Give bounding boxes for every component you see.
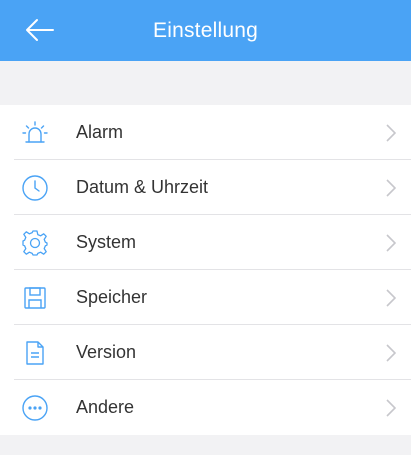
menu-item-andere[interactable]: Andere — [0, 380, 411, 435]
arrow-left-icon — [26, 19, 54, 41]
menu-item-speicher[interactable]: Speicher — [0, 270, 411, 325]
menu-item-label: Speicher — [76, 287, 148, 307]
back-button[interactable] — [22, 14, 58, 46]
page-title: Einstellung — [153, 18, 258, 42]
menu-item-label: Andere — [76, 397, 135, 417]
menu-item-label: Alarm — [76, 122, 124, 142]
settings-list: Alarm Datum & Uhrzeit System Speicher Ve… — [0, 105, 411, 435]
top-bar: Einstellung — [0, 0, 411, 61]
section-spacer — [0, 61, 411, 105]
document-icon — [20, 338, 50, 368]
menu-item-system[interactable]: System — [0, 215, 411, 270]
menu-item-datum-uhrzeit[interactable]: Datum & Uhrzeit — [0, 160, 411, 215]
gear-icon — [20, 228, 50, 258]
menu-item-alarm[interactable]: Alarm — [0, 105, 411, 160]
alarm-siren-icon — [20, 118, 50, 148]
chevron-right-icon — [385, 233, 397, 252]
chevron-right-icon — [385, 123, 397, 142]
chevron-right-icon — [385, 288, 397, 307]
menu-item-label: System — [76, 232, 137, 252]
clock-icon — [20, 173, 50, 203]
chevron-right-icon — [385, 398, 397, 417]
chevron-right-icon — [385, 343, 397, 362]
floppy-disk-icon — [20, 283, 50, 313]
menu-item-label: Datum & Uhrzeit — [76, 177, 209, 197]
menu-item-version[interactable]: Version — [0, 325, 411, 380]
bottom-spacer — [0, 435, 411, 455]
chevron-right-icon — [385, 178, 397, 197]
more-dots-icon — [20, 393, 50, 423]
menu-item-label: Version — [76, 342, 137, 362]
